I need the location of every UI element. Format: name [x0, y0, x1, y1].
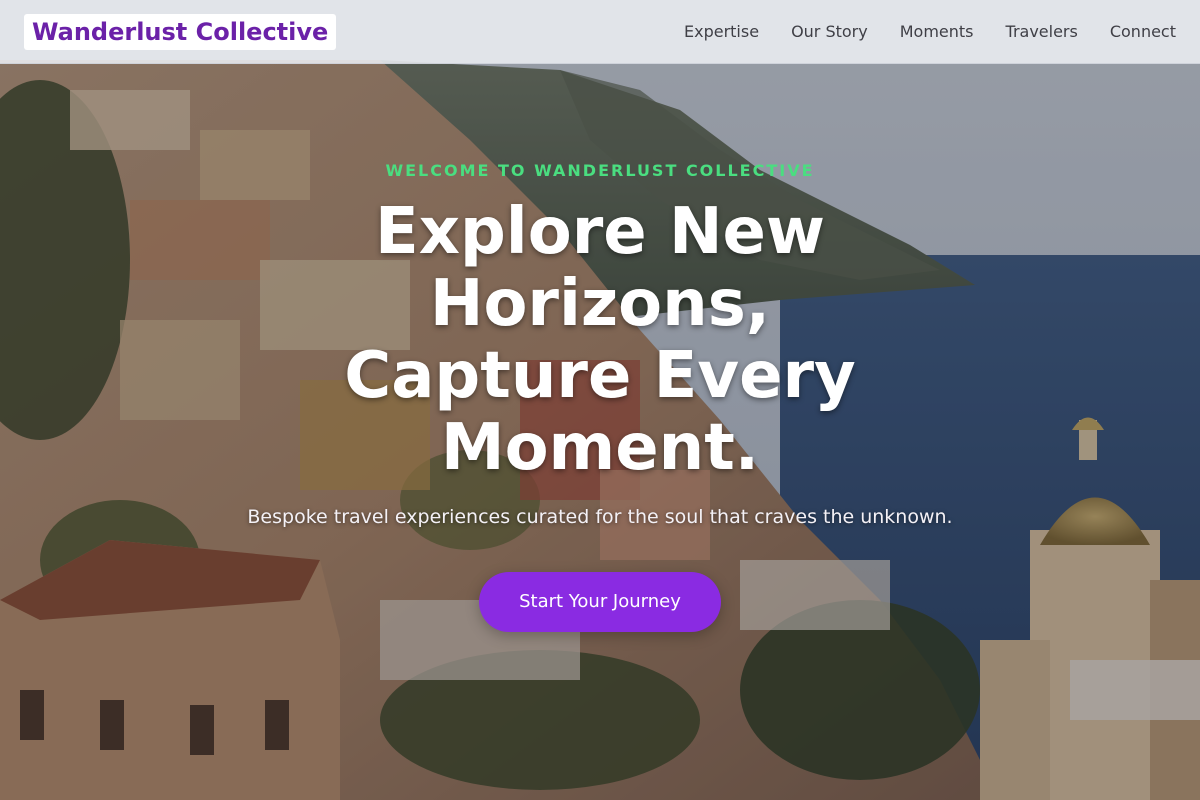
hero-headline: Explore New Horizons, Capture Every Mome…: [344, 195, 856, 485]
landing-page: Wanderlust Collective Expertise Our Stor…: [0, 0, 1200, 800]
hero-section: Welcome to Wanderlust Collective Explore…: [0, 160, 1200, 632]
nav-item-our-story[interactable]: Our Story: [791, 22, 868, 42]
nav-item-connect[interactable]: Connect: [1110, 22, 1176, 42]
nav-item-travelers[interactable]: Travelers: [1006, 22, 1078, 42]
brand-logo-link[interactable]: Wanderlust Collective: [24, 14, 337, 50]
start-journey-button[interactable]: Start Your Journey: [479, 572, 721, 632]
nav-item-moments[interactable]: Moments: [900, 22, 974, 42]
nav-item-expertise[interactable]: Expertise: [684, 22, 759, 42]
hero-eyebrow: Welcome to Wanderlust Collective: [385, 161, 815, 180]
top-navbar: Wanderlust Collective Expertise Our Stor…: [0, 0, 1200, 64]
nav-links: Expertise Our Story Moments Travelers Co…: [684, 0, 1176, 64]
hero-subtitle: Bespoke travel experiences curated for t…: [247, 506, 953, 528]
